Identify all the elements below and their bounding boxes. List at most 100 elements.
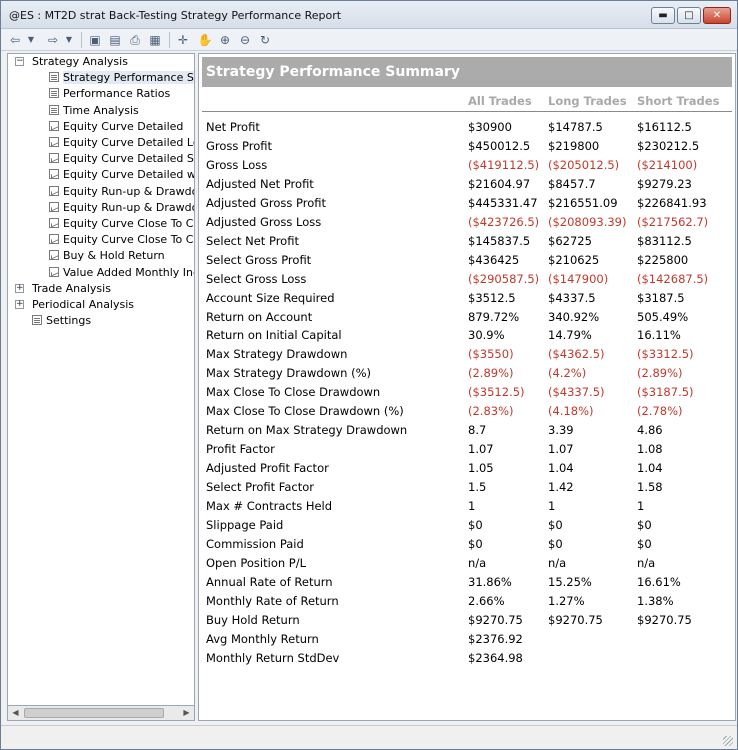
table-row: Adjusted Net Profit $21604.97 $8457.7 $9279…	[202, 175, 732, 194]
maximize-button[interactable]: □	[677, 7, 701, 24]
value-short-trades: 1.08	[637, 442, 663, 457]
value-short-trades: 1.38%	[637, 593, 674, 608]
collapse-icon[interactable]: −	[15, 57, 24, 66]
tree-item-label: Performance Ratios	[63, 87, 171, 101]
tree-item[interactable]: Equity Curve Detailed Short	[49, 151, 194, 167]
value-long-trades: $62725	[548, 233, 592, 248]
print-icon[interactable]: ⎙	[127, 32, 143, 48]
refresh-icon[interactable]: ↻	[257, 32, 273, 48]
value-short-trades: 1.04	[637, 461, 663, 476]
value-long-trades: (4.2%)	[548, 366, 587, 381]
value-long-trades: ($208093.39)	[548, 214, 627, 229]
value-short-trades: 1	[637, 499, 645, 513]
value-all-trades: $3512.5	[468, 290, 516, 305]
minimize-button[interactable]: ▬	[651, 7, 675, 24]
report-icon	[49, 104, 59, 115]
table-row: Open Position P/L n/a n/a n/a	[202, 554, 732, 573]
row-label: Max Close To Close Drawdown (%)	[206, 404, 404, 419]
value-long-trades: $216551.09	[548, 195, 618, 210]
value-long-trades: $0	[548, 536, 563, 551]
row-label: Monthly Return StdDev	[206, 650, 340, 665]
value-long-trades: 3.39	[548, 423, 574, 438]
table-row: Slippage Paid $0 $0 $0	[202, 516, 732, 535]
crosshair-icon[interactable]: ✛	[175, 32, 191, 48]
row-label: Select Gross Loss	[206, 271, 307, 286]
tree-item[interactable]: − Strategy Analysis	[15, 54, 128, 70]
tree-item-label: Time Analysis	[63, 103, 139, 117]
tree-horizontal-scrollbar[interactable]: ◀ ▶	[7, 705, 195, 721]
value-long-trades: ($147900)	[548, 271, 609, 286]
table-row: Monthly Rate of Return 2.66% 1.27% 1.38%	[202, 592, 732, 611]
table-row: Select Profit Factor 1.5 1.42 1.58	[202, 478, 732, 497]
save-icon[interactable]: ▣	[87, 32, 103, 48]
report-title: Strategy Performance Summary	[202, 57, 732, 87]
back-dropdown-icon[interactable]: ▼	[23, 32, 39, 48]
value-long-trades: ($4362.5)	[548, 347, 605, 362]
column-header-long: Long Trades	[548, 94, 627, 108]
page-setup-icon[interactable]: ▤	[107, 32, 123, 48]
tree-item[interactable]: Settings	[32, 313, 91, 329]
tree-item-label: Trade Analysis	[32, 281, 111, 295]
tree-item[interactable]: Equity Curve Detailed with	[49, 167, 194, 183]
tree-item[interactable]: Equity Curve Close To Clos	[49, 216, 195, 232]
tree-item-label: Equity Curve Detailed Short	[63, 152, 194, 166]
toolbar: ⇦ ▼ ⇨ ▼ ▣ ▤ ⎙ ▦ ✛ ✋ ⊕ ⊖ ↻	[1, 29, 737, 51]
tree-item-label: Equity Curve Close To Clos	[63, 217, 195, 230]
value-long-trades: $210625	[548, 252, 600, 267]
expand-icon[interactable]: +	[15, 283, 24, 293]
report-icon	[49, 72, 59, 83]
row-label: Select Gross Profit	[206, 252, 312, 267]
tree-item[interactable]: Equity Curve Close To Clos	[49, 232, 194, 248]
scroll-right-icon[interactable]: ▶	[179, 706, 194, 720]
view-icon[interactable]: ▦	[147, 32, 163, 48]
value-all-trades: ($3550)	[468, 347, 514, 362]
row-label: Monthly Rate of Return	[206, 593, 339, 608]
tree-item[interactable]: Equity Run-up & Drawdow	[49, 200, 194, 216]
status-bar	[1, 725, 737, 749]
resize-grip-icon[interactable]	[723, 736, 733, 746]
value-short-trades: ($214100)	[637, 157, 698, 172]
value-long-trades: 340.92%	[548, 309, 600, 324]
tree-item-label: Equity Run-up & Drawdow	[63, 184, 195, 198]
value-all-trades: 1	[468, 499, 476, 513]
tree-item[interactable]: Equity Run-up & Drawdow	[49, 184, 195, 200]
close-button[interactable]: ✕	[703, 7, 731, 24]
value-all-trades: 1.5	[468, 480, 487, 495]
row-label: Select Net Profit	[206, 233, 299, 248]
tree-item[interactable]: + Periodical Analysis	[15, 297, 134, 313]
value-short-trades: $9270.75	[637, 612, 692, 627]
row-label: Annual Rate of Return	[206, 574, 333, 589]
value-short-trades: $83112.5	[637, 233, 692, 248]
tree-item[interactable]: Equity Curve Detailed	[49, 119, 183, 135]
back-icon[interactable]: ⇦	[7, 32, 23, 48]
forward-dropdown-icon[interactable]: ▼	[61, 32, 77, 48]
tree-item[interactable]: Strategy Performance Summary	[49, 70, 194, 86]
hand-icon[interactable]: ✋	[197, 32, 213, 48]
expand-icon[interactable]: +	[15, 300, 24, 309]
value-long-trades: 1.42	[548, 480, 574, 495]
zoom-in-icon[interactable]: ⊕	[217, 32, 233, 48]
tree-item[interactable]: Equity Curve Detailed Long	[49, 135, 194, 151]
table-row: Gross Loss ($419112.5) ($205012.5) ($214100…	[202, 156, 732, 175]
title-bar[interactable]: @ES : MT2D strat Back-Testing Strategy P…	[1, 1, 737, 29]
tree-item[interactable]: Value Added Monthly Index	[49, 265, 194, 281]
tree-item[interactable]: Time Analysis	[49, 103, 139, 119]
scroll-left-icon[interactable]: ◀	[8, 706, 23, 720]
scrollbar-thumb[interactable]	[24, 708, 164, 718]
forward-icon[interactable]: ⇨	[45, 32, 61, 48]
tree-item[interactable]: Performance Ratios	[49, 86, 170, 102]
value-all-trades: ($423726.5)	[468, 214, 540, 229]
tree-item-label: Strategy Analysis	[32, 55, 128, 68]
value-short-trades: n/a	[637, 555, 656, 570]
chart-icon	[49, 169, 59, 180]
zoom-out-icon[interactable]: ⊖	[237, 32, 253, 48]
row-label: Return on Account	[206, 309, 313, 324]
value-all-trades: (2.89%)	[468, 366, 514, 381]
value-all-trades: $436425	[468, 252, 520, 267]
tree-item[interactable]: Buy & Hold Return	[49, 248, 165, 264]
tree-item[interactable]: + Trade Analysis	[15, 281, 111, 297]
value-long-trades: $4337.5	[548, 290, 596, 305]
report-icon	[49, 88, 59, 99]
tree-item-label: Strategy Performance Summary	[63, 71, 194, 85]
value-long-trades: 1	[548, 499, 556, 513]
